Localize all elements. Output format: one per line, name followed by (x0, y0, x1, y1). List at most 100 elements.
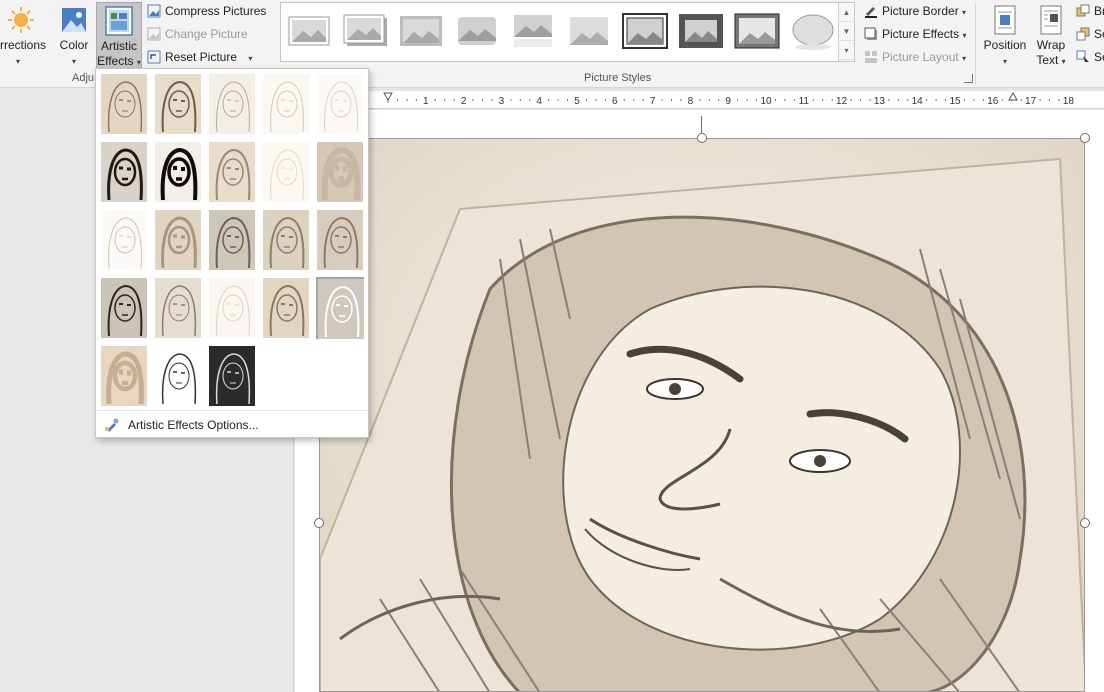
ruler-scale: 1 2 3 4 5 6 7 8 9 10 11 12 13 14 15 16 17 18 (383, 91, 1074, 107)
picture-border-button[interactable]: Picture Border ▾ (862, 1, 966, 21)
bring-forward-icon (1076, 4, 1090, 17)
effect-mosaic-bubbles[interactable] (262, 209, 310, 271)
artistic-label-1: Artistic (101, 39, 137, 53)
ruler-label: 15 (949, 96, 961, 107)
style-double-frame[interactable] (621, 11, 669, 51)
effect-crisscross-etching[interactable] (208, 277, 256, 339)
effect-thumbnail-image (209, 278, 255, 338)
artistic-effects-options-label: Artistic Effects Options... (128, 418, 259, 432)
selection-pane-label: Se (1094, 50, 1104, 64)
position-button[interactable]: Position ▾ (980, 2, 1030, 70)
resize-handle-left[interactable] (314, 518, 324, 528)
ruler-label: 13 (874, 96, 886, 107)
wrap-text-button[interactable]: Wrap Text ▾ (1032, 2, 1070, 70)
color-button[interactable]: Color ▾ (56, 2, 92, 70)
picture-styles-group-label: Picture Styles (584, 72, 652, 84)
effect-cutout[interactable] (100, 345, 148, 407)
effect-glass[interactable] (316, 209, 364, 271)
effect-pencil-sketch[interactable] (262, 73, 310, 135)
style-beveled-matte[interactable] (733, 11, 781, 51)
style-metal-frame[interactable] (397, 11, 445, 51)
gallery-scrollbar[interactable]: ▲ ▼ ▾ (838, 3, 854, 61)
reset-picture-button[interactable]: Reset Picture ▾ (145, 47, 252, 67)
style-soft-rect[interactable] (565, 11, 613, 51)
resize-handle-top[interactable] (697, 133, 707, 143)
horizontal-ruler[interactable]: 1 2 3 4 5 6 7 8 9 10 11 12 13 14 15 16 17 18 (368, 91, 1104, 109)
position-label: Position (983, 38, 1027, 52)
chevron-up-icon[interactable]: ▲ (839, 3, 854, 22)
ruler-label: 8 (688, 96, 694, 107)
gallery-more-icon[interactable]: ▾ (839, 41, 854, 60)
group-separator (975, 4, 976, 84)
compress-label: Compress Pictures (165, 4, 267, 18)
change-picture-icon (147, 27, 161, 41)
corrections-button[interactable]: rrections ▾ (0, 2, 52, 70)
effect-thumbnail-image (263, 142, 309, 202)
effect-paint-brush[interactable] (208, 141, 256, 203)
effect-thumbnail-image (101, 346, 147, 406)
artistic-effects-dropdown[interactable]: Artistic Effects Options... (95, 68, 369, 438)
right-indent-marker[interactable] (1008, 91, 1018, 101)
style-shadow-frame[interactable] (341, 11, 389, 51)
effect-thumbnail-image (317, 210, 363, 270)
chevron-down-icon: ▾ (962, 31, 967, 40)
rotate-handle-stem (701, 116, 702, 134)
bring-forward-button[interactable]: Br (1074, 1, 1104, 21)
effect-glow-edges[interactable] (208, 345, 256, 407)
chevron-down-icon[interactable]: ▼ (839, 22, 854, 41)
effect-thumbnail-image (209, 346, 255, 406)
selection-pane-button[interactable]: Se (1074, 47, 1104, 67)
effect-plastic-wrap[interactable] (316, 277, 364, 339)
selection-pane-icon (1076, 50, 1089, 62)
picture-effects-icon (864, 27, 877, 40)
picture-effects-button[interactable]: Picture Effects ▾ (862, 24, 967, 44)
style-soft-edge[interactable] (453, 11, 501, 51)
chevron-down-icon: ▾ (16, 57, 21, 66)
style-thick-matte[interactable] (677, 11, 725, 51)
send-backward-button[interactable]: Se (1074, 24, 1104, 44)
ruler-label: 14 (912, 96, 924, 107)
ruler-label: 5 (574, 96, 580, 107)
effect-none[interactable] (100, 73, 148, 135)
effect-watercolor-sponge[interactable] (154, 209, 202, 271)
effect-pastels-smooth[interactable] (262, 277, 310, 339)
effect-paint-strokes[interactable] (154, 141, 202, 203)
bring-forward-label: Br (1094, 4, 1104, 18)
effect-glow-diffused[interactable] (262, 141, 310, 203)
effect-film-grain[interactable] (208, 209, 256, 271)
chevron-down-icon: ▾ (136, 58, 141, 67)
dialog-launcher-icon[interactable] (964, 74, 973, 83)
picture-layout-button[interactable]: Picture Layout ▾ (862, 47, 966, 67)
color-label: Color (59, 38, 89, 52)
resize-handle-right[interactable] (1080, 518, 1090, 528)
ruler-label: 1 (423, 96, 429, 107)
effect-photocopy[interactable] (154, 345, 202, 407)
effect-blur[interactable] (316, 141, 364, 203)
effect-thumbnail-image (155, 210, 201, 270)
resize-handle-top-right[interactable] (1080, 133, 1090, 143)
ruler-label: 16 (987, 96, 999, 107)
effect-chalk-sketch[interactable] (100, 141, 148, 203)
compress-pictures-button[interactable]: Compress Pictures (145, 1, 266, 21)
effect-thumbnail-image (317, 74, 363, 134)
effect-thumbnail-image (209, 142, 255, 202)
style-oval[interactable] (789, 11, 837, 51)
sketch-image (320, 139, 1084, 691)
effect-light-screen[interactable] (100, 209, 148, 271)
picture-border-icon (865, 7, 877, 18)
effect-marker[interactable] (154, 73, 202, 135)
wrap-label-2: Text (1036, 53, 1059, 67)
selected-picture[interactable] (319, 138, 1085, 692)
first-line-indent-marker[interactable] (383, 92, 393, 102)
chevron-down-icon: ▾ (962, 54, 967, 63)
artistic-effects-button[interactable]: Artistic Effects ▾ (96, 2, 142, 72)
artistic-effects-options-item[interactable]: Artistic Effects Options... (96, 410, 368, 438)
effect-cement[interactable] (100, 277, 148, 339)
change-picture-button[interactable]: Change Picture (145, 24, 248, 44)
effect-texturizer[interactable] (154, 277, 202, 339)
effect-line-drawing[interactable] (316, 73, 364, 135)
style-reflected[interactable] (509, 11, 557, 51)
picture-styles-gallery[interactable]: ▲ ▼ ▾ (280, 2, 855, 62)
style-simple-frame[interactable] (285, 11, 333, 51)
effect-pencil-grayscale[interactable] (208, 73, 256, 135)
